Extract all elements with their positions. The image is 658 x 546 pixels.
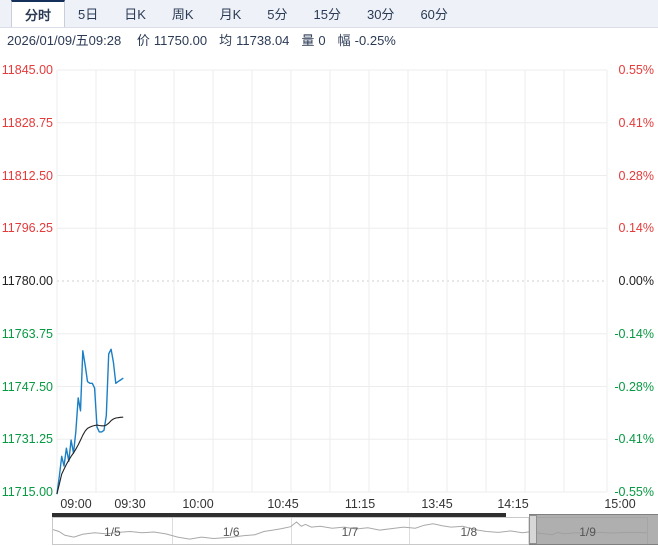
tab-period-5分[interactable]: 5分 (254, 0, 300, 27)
price-axis-label: 11780.00 (1, 274, 53, 288)
average-line (56, 416, 124, 495)
price-axis-label: 11731.25 (1, 432, 53, 447)
percent-axis-label: -0.14% (614, 326, 654, 341)
price-axis-label: 11828.75 (1, 115, 53, 130)
price-axis-label: 11715.00 (1, 485, 53, 499)
intraday-chart[interactable]: 11845.00 11828.75 11812.50 11796.25 11780.00… (0, 54, 658, 513)
percent-axis-label: 0.55% (618, 63, 654, 77)
price-axis-label: 11796.25 (1, 221, 53, 236)
quote-field-value: -0.25% (354, 33, 396, 48)
tab-period-30分[interactable]: 30分 (354, 0, 407, 27)
quote-field-value: 0 (318, 33, 326, 48)
navigator-date-label[interactable]: 1/7 (342, 525, 359, 539)
quote-field-label: 均 (219, 33, 233, 48)
navigator-date-label[interactable]: 1/6 (223, 525, 240, 539)
quote-field-value: 11750.00 (153, 33, 208, 48)
time-axis-label: 09:30 (114, 497, 146, 511)
date-range-navigator[interactable]: 1/5 1/6 1/7 1/8 1/9 (0, 513, 658, 546)
quote-field-value: 11738.04 (236, 33, 290, 48)
price-axis-label: 11763.75 (1, 326, 53, 341)
chart-period-tabbar: 分时 5日 日K 周K 月K 5分 15分 30分 60分 (0, 0, 658, 28)
navigator-date-label[interactable]: 1/8 (460, 525, 477, 539)
tab-period-日K[interactable]: 日K (111, 0, 159, 27)
time-axis-label: 11:15 (344, 497, 376, 511)
percent-axis-label: 0.41% (618, 115, 654, 130)
tab-period-5日[interactable]: 5日 (65, 0, 111, 27)
percent-axis-label: -0.41% (614, 432, 654, 447)
percent-axis-label: 0.14% (618, 221, 654, 236)
tab-period-15分[interactable]: 15分 (301, 0, 354, 27)
tab-period-月K[interactable]: 月K (207, 0, 255, 27)
time-axis-label: 15:00 (604, 497, 636, 511)
navigator-date-label[interactable]: 1/5 (104, 525, 121, 539)
time-axis-label: 13:45 (421, 497, 453, 511)
quote-field-label: 价 (136, 33, 150, 48)
price-axis-label: 11812.50 (1, 168, 53, 183)
price-plot-canvas[interactable] (0, 54, 658, 513)
navigator-date-label[interactable]: 1/9 (579, 525, 596, 539)
percent-axis-label: -0.28% (614, 379, 654, 394)
quote-field-label: 量 (301, 33, 315, 48)
time-axis-label: 10:00 (182, 497, 214, 511)
navigator-body[interactable]: 1/5 1/6 1/7 1/8 1/9 (52, 514, 658, 545)
price-axis-label: 11747.50 (1, 379, 53, 394)
tab-period-周K[interactable]: 周K (159, 0, 207, 27)
tab-period-分时[interactable]: 分时 (11, 0, 66, 27)
price-axis-label: 11845.00 (1, 63, 53, 77)
quote-field-label: 幅 (337, 33, 351, 48)
navigator-left-handle[interactable] (528, 515, 537, 544)
quote-info-bar: 2026/01/09/五09:28 价 11750.00 均 11738.04 量 0 幅 -… (0, 29, 658, 53)
percent-axis-label: 0.00% (618, 274, 654, 288)
percent-axis-label: 0.28% (618, 168, 654, 183)
tab-period-60分[interactable]: 60分 (407, 0, 460, 27)
time-axis-label: 14:15 (497, 497, 529, 511)
quote-datetime: 2026/01/09/五09:28 (7, 33, 122, 48)
price-line (56, 348, 124, 495)
time-axis-label: 10:45 (267, 497, 299, 511)
time-axis-label: 09:00 (60, 497, 92, 511)
